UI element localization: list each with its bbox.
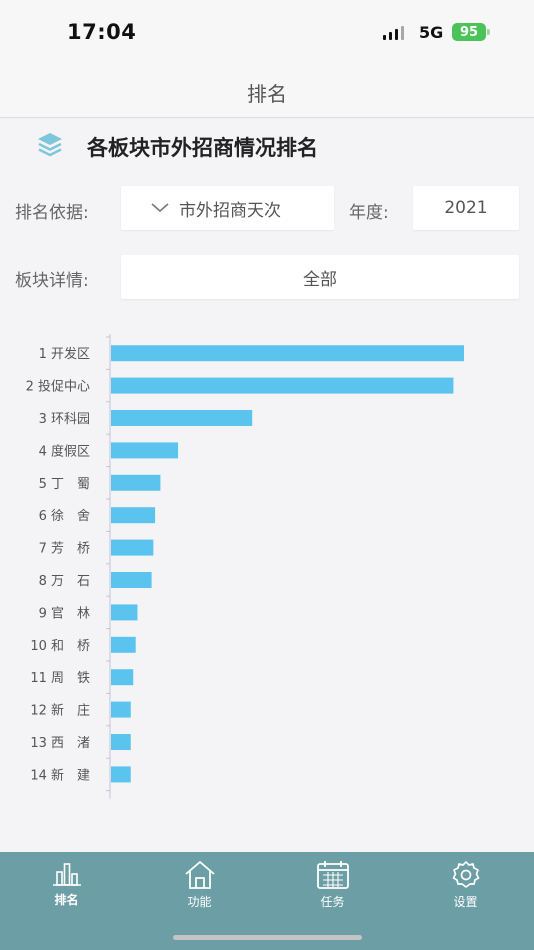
category-label: 5 丁 蜀: [39, 477, 90, 492]
ranking-bar-chart: 1 开发区 2 投促中心 3 环科园 4 度假区 5 丁 蜀 6 徐 舍 7 芳 桥 8 万 …: [26, 334, 464, 799]
gear-icon: [452, 861, 479, 888]
signal-icon: [383, 26, 404, 40]
category-label: 9 官 林: [39, 605, 90, 621]
battery-level: 95: [459, 24, 479, 40]
battery-icon: 95: [452, 23, 486, 41]
status-time: 17:04: [67, 20, 137, 44]
ranking-chart: 1 开发区 2 投促中心 3 环科园 4 度假区 5 丁 蜀 6 徐 舍 7 芳 桥 8 万 …: [0, 330, 534, 800]
sector-selector[interactable]: 全部: [121, 255, 519, 299]
section-header: 各板块市外招商情况排名: [0, 118, 534, 174]
category-label: 8 万 石: [39, 574, 90, 589]
nav-bar: 排名: [0, 62, 534, 118]
category-label: 1 开发区: [39, 346, 90, 362]
bar[interactable]: [111, 766, 131, 783]
network-type: 5G: [419, 23, 444, 42]
layers-icon: [38, 133, 62, 157]
category-label: 11 周 铁: [30, 671, 90, 686]
tab-settings[interactable]: 设置: [399, 852, 532, 922]
category-label: 7 芳 桥: [39, 542, 90, 557]
battery-tip: [487, 29, 490, 35]
bar[interactable]: [111, 410, 253, 426]
tab-label: 功能: [187, 895, 212, 909]
basis-label: 排名依据:: [15, 203, 89, 223]
tab-label: 设置: [453, 895, 478, 909]
category-label: 6 徐 舍: [39, 509, 90, 524]
tab-label: 排名: [54, 893, 79, 907]
category-label: 14 新 建: [30, 767, 90, 783]
basis-dropdown[interactable]: 市外招商天次: [121, 186, 334, 230]
home-indicator: [173, 935, 362, 940]
sector-value: 全部: [303, 269, 337, 290]
bar[interactable]: [111, 539, 154, 556]
year-value: 2021: [444, 198, 488, 218]
status-bar: 17:04 5G 95: [0, 0, 534, 62]
tab-tasks[interactable]: 任务: [266, 852, 399, 922]
bar[interactable]: [111, 507, 156, 524]
category-label: 3 环科园: [39, 412, 90, 427]
bar-chart-icon: [52, 863, 81, 886]
bar[interactable]: [111, 701, 131, 718]
section-title: 各板块市外招商情况排名: [87, 136, 318, 160]
year-selector[interactable]: 2021: [413, 186, 519, 230]
chevron-down-icon: [151, 203, 169, 213]
tab-label: 任务: [320, 895, 345, 909]
page-title: 排名: [247, 82, 287, 106]
bar[interactable]: [111, 636, 136, 653]
category-label: 13 西 渚: [30, 736, 90, 751]
bar[interactable]: [111, 734, 131, 750]
bar[interactable]: [111, 377, 454, 394]
tab-functions[interactable]: 功能: [133, 852, 266, 922]
year-label: 年度:: [349, 203, 389, 223]
bar[interactable]: [111, 345, 464, 362]
bar[interactable]: [111, 669, 134, 686]
category-label: 10 和 桥: [30, 639, 90, 654]
bar[interactable]: [111, 604, 138, 621]
sector-label: 板块详情:: [15, 271, 89, 291]
category-label: 2 投促中心: [26, 379, 90, 395]
category-label: 12 新 庄: [30, 703, 90, 719]
bar[interactable]: [111, 442, 179, 459]
bar[interactable]: [111, 474, 161, 491]
calendar-icon: [316, 861, 349, 889]
bar[interactable]: [111, 572, 152, 588]
category-label: 4 度假区: [39, 443, 90, 459]
tab-ranking[interactable]: 排名: [0, 852, 133, 922]
basis-value: 市外招商天次: [179, 200, 281, 221]
home-icon: [184, 861, 215, 889]
